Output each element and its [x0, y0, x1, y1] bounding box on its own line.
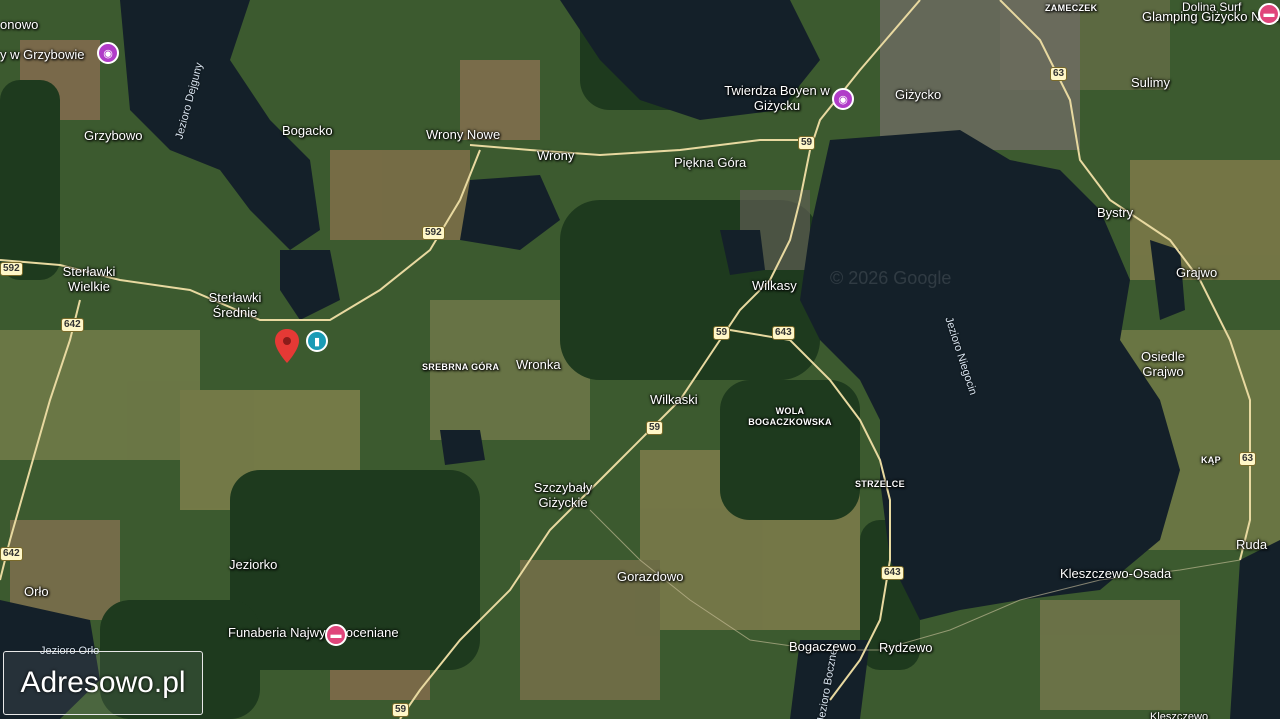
bed-icon[interactable]: ▬ [1258, 3, 1280, 25]
road-shield-63: 63 [1239, 452, 1257, 466]
place-label-kap: KĄP [1201, 455, 1221, 465]
place-label-edge-bottom: Kleszczewo [1150, 711, 1209, 719]
place-label-zameczek: ZAMECZEK [1045, 3, 1098, 13]
bed-icon[interactable]: ▬ [325, 624, 347, 646]
place-label-grajwo: Grajwo [1176, 265, 1218, 280]
place-label-orlo: Orło [24, 584, 49, 599]
place-label-jeziorko: Jeziorko [229, 557, 278, 572]
poi-label-grzybowie[interactable]: y w Grzybowie [0, 47, 85, 62]
place-label-szczybaly: Szczybały Giżyckie [533, 480, 593, 510]
place-label-srebrna-gora: SREBRNA GÓRA [422, 362, 500, 372]
place-label-edge: onowo [0, 17, 39, 32]
poi-label-twierdza[interactable]: Twierdza Boyen w Giżycku [722, 83, 832, 113]
bookmark-icon[interactable]: ▮ [306, 330, 328, 352]
place-label-wrony-nowe: Wrony Nowe [426, 127, 501, 142]
road-shield-642: 642 [0, 547, 23, 561]
poi-name-funaberia: Funaberia [228, 625, 287, 640]
google-watermark: © 2026 Google [830, 268, 952, 288]
place-label-piekna-gora: Piękna Góra [674, 155, 747, 170]
place-label-gizycko: Giżycko [895, 87, 942, 102]
place-label-wilkaski: Wilkaski [650, 392, 698, 407]
road-shield-63: 63 [1050, 67, 1068, 81]
place-label-rydzewo: Rydzewo [879, 640, 933, 655]
place-label-bystry: Bystry [1097, 205, 1134, 220]
place-label-osiedle-grajwo: Osiedle Grajwo [1140, 349, 1186, 379]
place-label-wilkasy: Wilkasy [752, 278, 797, 293]
place-label-kleszczewo-osada: Kleszczewo-Osada [1060, 566, 1172, 581]
road-shield-59: 59 [646, 421, 664, 435]
place-label-wronka: Wronka [516, 357, 561, 372]
road-shield-592: 592 [422, 226, 445, 240]
location-pin-icon[interactable] [275, 329, 299, 363]
road-shield-643: 643 [772, 326, 795, 340]
place-label-sulimy: Sulimy [1131, 75, 1171, 90]
poi-name-glamping: Glamping Giżycko [1142, 9, 1248, 24]
place-label-bogaczewo: Bogaczewo [789, 639, 857, 654]
map-view[interactable]: © 2026 Google Jezioro Dejguny Jezioro Ni… [0, 0, 1280, 719]
place-label-bogacko: Bogacko [282, 123, 333, 138]
place-label-gorazdowo: Gorazdowo [617, 569, 684, 584]
road-shield-643: 643 [881, 566, 904, 580]
road-shield-59: 59 [392, 703, 410, 717]
road-shield-59: 59 [798, 136, 816, 150]
road-shield-59: 59 [713, 326, 731, 340]
camera-icon[interactable]: ◉ [832, 88, 854, 110]
place-label-wrony: Wrony [537, 148, 575, 163]
place-label-sterlawki-srednie: Sterławki Średnie [208, 290, 262, 320]
place-label-grzybowo: Grzybowo [84, 128, 143, 143]
poi-label-funaberia[interactable]: Funaberia Najwyżej oceniane [228, 625, 399, 640]
place-label-sterlawki-wielkie: Sterławki Wielkie [62, 264, 116, 294]
place-label-strzelce: STRZELCE [855, 479, 905, 489]
adresowo-logo[interactable]: Adresowo.pl [3, 651, 203, 715]
road-shield-592: 592 [0, 262, 23, 276]
place-label-ruda: Ruda [1236, 537, 1268, 552]
road-shield-642: 642 [61, 318, 84, 332]
camera-icon[interactable]: ◉ [97, 42, 119, 64]
place-label-wola-bogaczkowska: WOLA BOGACZKOWSKA [748, 406, 832, 427]
